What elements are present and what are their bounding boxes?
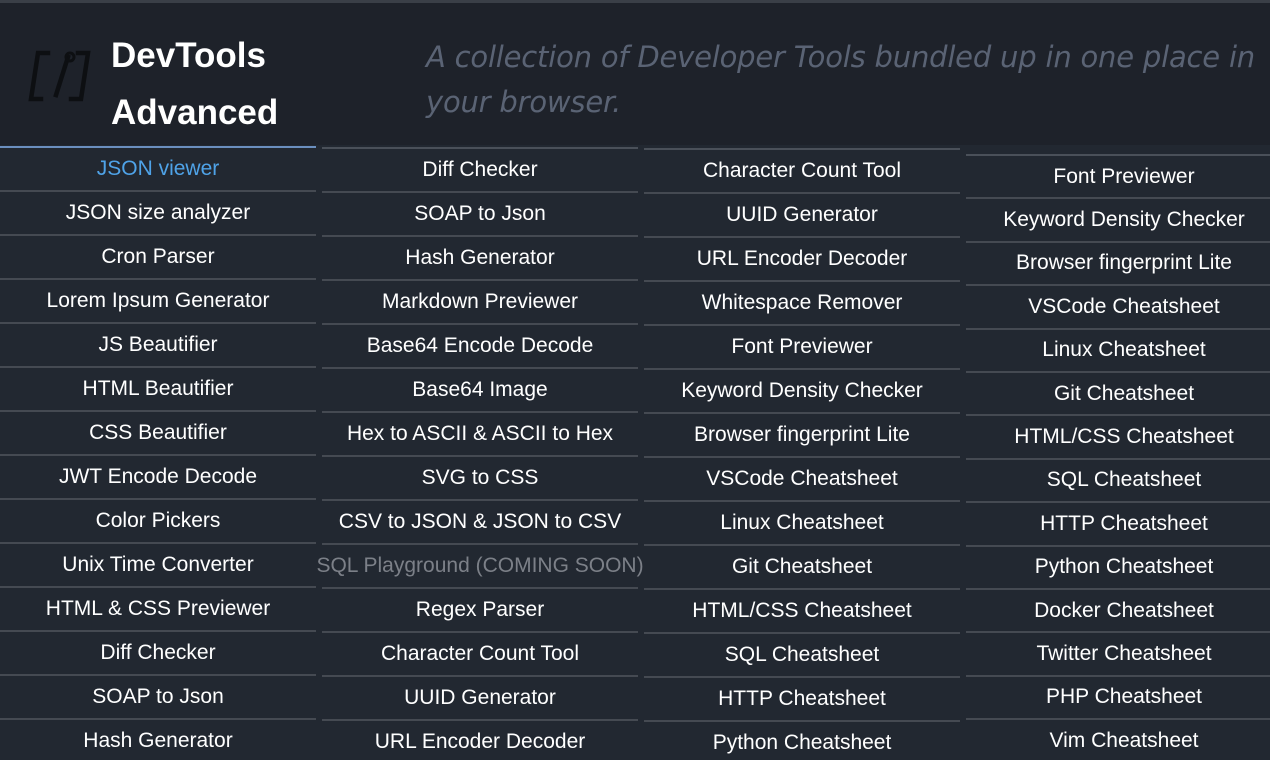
tool-link-jwt-encode-decode[interactable]: JWT Encode Decode: [0, 456, 316, 500]
tool-link-uuid-generator[interactable]: UUID Generator: [322, 677, 638, 721]
site-tagline: A collection of Developer Tools bundled …: [426, 40, 1255, 119]
site-header: DevTools Advanced A collection of Develo…: [0, 3, 1270, 145]
tool-link-html-css-cheatsheet[interactable]: HTML/CSS Cheatsheet: [966, 416, 1270, 460]
tool-link-http-cheatsheet[interactable]: HTTP Cheatsheet: [644, 678, 960, 722]
tool-link-diff-checker[interactable]: Diff Checker: [0, 632, 316, 676]
tool-column-4: Font Previewer Keyword Density Checker Bro…: [966, 154, 1270, 760]
tool-link-font-previewer[interactable]: Font Previewer: [644, 326, 960, 370]
tool-link-vim-cheatsheet[interactable]: Vim Cheatsheet: [966, 720, 1270, 760]
brand-title[interactable]: DevTools Advanced: [111, 27, 278, 141]
tool-link-git-cheatsheet[interactable]: Git Cheatsheet: [644, 546, 960, 590]
tool-link-git-cheatsheet[interactable]: Git Cheatsheet: [966, 373, 1270, 417]
tool-column-3: Character Count Tool UUID Generator URL En…: [644, 148, 960, 760]
tool-link-hash-generator[interactable]: Hash Generator: [322, 237, 638, 281]
tool-link-soap-to-json[interactable]: SOAP to Json: [0, 676, 316, 720]
tool-link-json-size-analyzer[interactable]: JSON size analyzer: [0, 192, 316, 236]
tool-link-keyword-density-checker[interactable]: Keyword Density Checker: [644, 370, 960, 414]
tool-link-regex-parser[interactable]: Regex Parser: [322, 589, 638, 633]
tool-link-browser-fingerprint-lite[interactable]: Browser fingerprint Lite: [966, 243, 1270, 287]
tool-link-json-viewer[interactable]: JSON viewer: [0, 148, 316, 192]
tool-link-docker-cheatsheet[interactable]: Docker Cheatsheet: [966, 590, 1270, 634]
tool-link-python-cheatsheet[interactable]: Python Cheatsheet: [644, 722, 960, 760]
tool-link-csv-to-json-json-to-csv[interactable]: CSV to JSON & JSON to CSV: [322, 501, 638, 545]
tool-link-uuid-generator[interactable]: UUID Generator: [644, 194, 960, 238]
tool-link-sql-playground-coming-soon: SQL Playground (COMING SOON): [316, 545, 644, 589]
tool-link-character-count-tool[interactable]: Character Count Tool: [322, 633, 638, 677]
tool-link-browser-fingerprint-lite[interactable]: Browser fingerprint Lite: [644, 414, 960, 458]
tool-link-http-cheatsheet[interactable]: HTTP Cheatsheet: [966, 503, 1270, 547]
tool-link-keyword-density-checker[interactable]: Keyword Density Checker: [966, 199, 1270, 243]
app-window: DevTools Advanced A collection of Develo…: [0, 0, 1270, 760]
tool-link-soap-to-json[interactable]: SOAP to Json: [322, 193, 638, 237]
tool-link-hex-to-ascii-ascii-to-hex[interactable]: Hex to ASCII & ASCII to Hex: [322, 413, 638, 457]
tool-link-character-count-tool[interactable]: Character Count Tool: [644, 150, 960, 194]
tool-link-html-css-previewer[interactable]: HTML & CSS Previewer: [0, 588, 316, 632]
tool-link-python-cheatsheet[interactable]: Python Cheatsheet: [966, 547, 1270, 590]
tool-link-markdown-previewer[interactable]: Markdown Previewer: [322, 281, 638, 325]
tool-link-whitespace-remover[interactable]: Whitespace Remover: [644, 282, 960, 326]
tool-link-twitter-cheatsheet[interactable]: Twitter Cheatsheet: [966, 633, 1270, 677]
tool-column-2: Diff Checker SOAP to Json Hash Generator Ma…: [316, 147, 644, 760]
tool-link-base64-image[interactable]: Base64 Image: [322, 369, 638, 413]
tool-link-url-encoder-decoder[interactable]: URL Encoder Decoder: [644, 238, 960, 282]
tool-link-sql-cheatsheet[interactable]: SQL Cheatsheet: [966, 460, 1270, 504]
bracket-code-icon[interactable]: [26, 43, 98, 109]
tool-link-svg-to-css[interactable]: SVG to CSS: [322, 457, 638, 501]
brand-line-2: Advanced: [111, 93, 279, 132]
tool-link-vscode-cheatsheet[interactable]: VSCode Cheatsheet: [966, 286, 1270, 330]
tool-link-font-previewer[interactable]: Font Previewer: [966, 156, 1270, 200]
tool-link-html-css-cheatsheet[interactable]: HTML/CSS Cheatsheet: [644, 590, 960, 634]
tool-link-cron-parser[interactable]: Cron Parser: [0, 236, 316, 280]
tool-link-js-beautifier[interactable]: JS Beautifier: [0, 324, 316, 368]
tool-column-1: JSON viewer JSON size analyzer Cron Parser…: [0, 146, 316, 760]
tool-link-linux-cheatsheet[interactable]: Linux Cheatsheet: [966, 330, 1270, 373]
tool-link-hash-generator[interactable]: Hash Generator: [0, 720, 316, 760]
tool-link-color-pickers[interactable]: Color Pickers: [0, 500, 316, 544]
tool-link-lorem-ipsum-generator[interactable]: Lorem Ipsum Generator: [0, 280, 316, 324]
tool-link-diff-checker[interactable]: Diff Checker: [322, 149, 638, 193]
tool-link-linux-cheatsheet[interactable]: Linux Cheatsheet: [644, 502, 960, 546]
tool-link-php-cheatsheet[interactable]: PHP Cheatsheet: [966, 677, 1270, 721]
tool-link-css-beautifier[interactable]: CSS Beautifier: [0, 412, 316, 456]
tool-link-vscode-cheatsheet[interactable]: VSCode Cheatsheet: [644, 458, 960, 502]
tool-link-sql-cheatsheet[interactable]: SQL Cheatsheet: [644, 634, 960, 678]
tool-link-base64-encode-decode[interactable]: Base64 Encode Decode: [322, 325, 638, 369]
tool-link-html-beautifier[interactable]: HTML Beautifier: [0, 368, 316, 412]
tool-link-url-encoder-decoder[interactable]: URL Encoder Decoder: [322, 721, 638, 760]
brand-line-1: DevTools: [111, 36, 266, 75]
tool-link-unix-time-converter[interactable]: Unix Time Converter: [0, 544, 316, 588]
